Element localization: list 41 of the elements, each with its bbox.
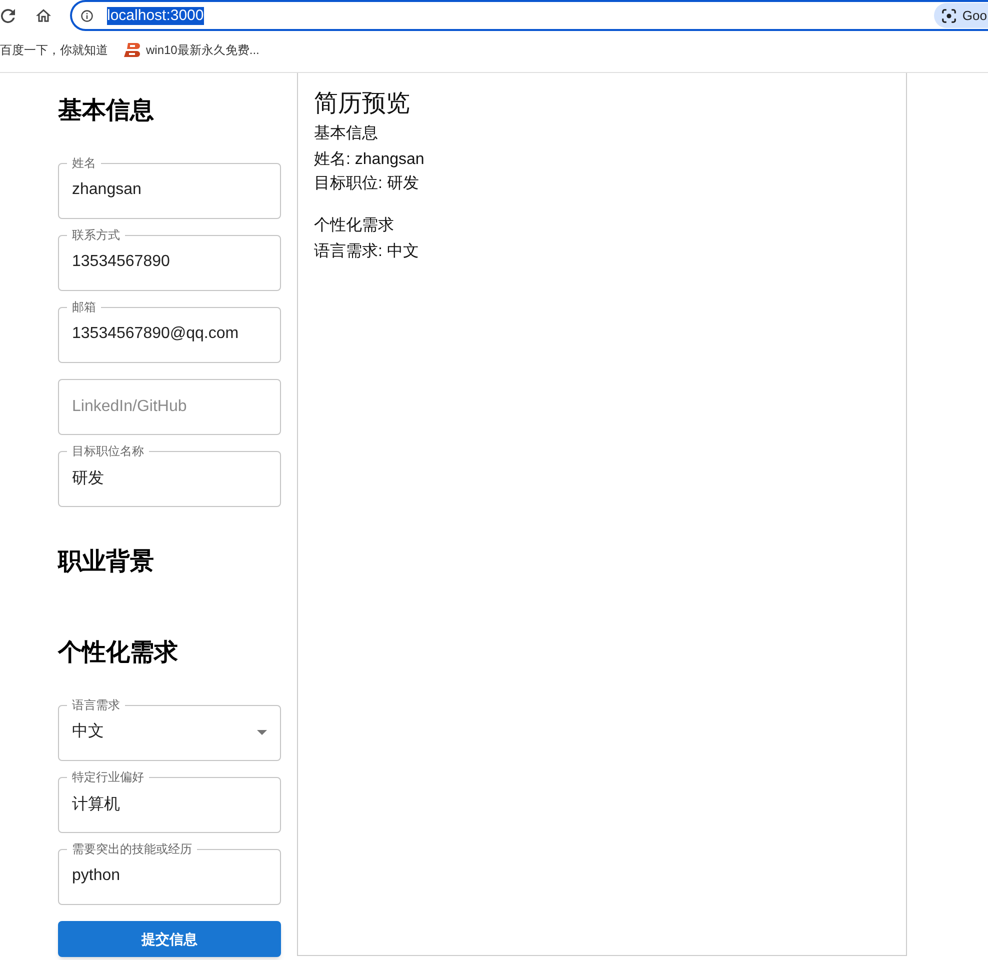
preview-section-title: 基本信息 xyxy=(314,124,379,144)
address-bar[interactable]: localhost:3000 Goo xyxy=(70,0,988,31)
section-heading: 个性化需求 xyxy=(58,638,179,668)
dropdown-caret-icon[interactable] xyxy=(257,730,267,734)
field-label: 目标职位名称 xyxy=(71,445,145,457)
field-label: 邮箱 xyxy=(71,301,97,313)
lens-chip[interactable]: Goo xyxy=(934,3,988,28)
text-field[interactable]: 联系方式 13534567890 xyxy=(58,229,281,291)
section-heading: 基本信息 xyxy=(58,96,155,126)
text-input[interactable]: 13534567890 xyxy=(67,241,272,283)
text-input[interactable]: zhangsan xyxy=(67,169,272,211)
field-label: 姓名 xyxy=(71,157,97,169)
preview-line: 语言需求: 中文 xyxy=(314,242,420,262)
favicon-icon xyxy=(124,43,140,57)
preview-line: 姓名: zhangsan xyxy=(314,150,426,170)
field-label: 联系方式 xyxy=(71,229,121,241)
text-field[interactable]: 姓名 zhangsan xyxy=(58,157,281,219)
text-field[interactable]: 需要突出的技能或经历 python xyxy=(58,843,281,905)
submit-button[interactable]: 提交信息 xyxy=(58,921,281,957)
section-heading: 职业背景 xyxy=(58,547,155,577)
field-label: 需要突出的技能或经历 xyxy=(71,843,193,855)
select-field[interactable]: 语言需求 中文 xyxy=(58,699,281,761)
preview-line: 目标职位: 研发 xyxy=(314,174,420,194)
text-input[interactable]: 计算机 xyxy=(67,783,272,825)
field-label: 语言需求 xyxy=(71,699,121,711)
text-field[interactable]: 特定行业偏好 计算机 xyxy=(58,771,281,833)
text-field[interactable]: 邮箱 13534567890@qq.com xyxy=(58,301,281,363)
info-icon[interactable] xyxy=(81,10,93,22)
bookmark-item[interactable]: win10最新永久免费... xyxy=(124,38,260,62)
url-text: localhost:3000 xyxy=(107,6,204,24)
field-label: 特定行业偏好 xyxy=(71,771,145,783)
preview-title: 简历预览 xyxy=(314,89,411,119)
home-icon[interactable] xyxy=(36,9,51,22)
lens-icon xyxy=(942,8,956,22)
text-input[interactable]: 13534567890@qq.com xyxy=(67,313,272,355)
text-field[interactable]: 目标职位名称 研发 xyxy=(58,445,281,507)
text-input[interactable]: python xyxy=(67,855,272,897)
reload-icon[interactable] xyxy=(1,8,15,22)
preview-section-title: 个性化需求 xyxy=(314,216,395,236)
text-input[interactable]: 研发 xyxy=(67,457,272,499)
bookmark-item[interactable]: 百度一下，你就知道 xyxy=(0,38,108,62)
